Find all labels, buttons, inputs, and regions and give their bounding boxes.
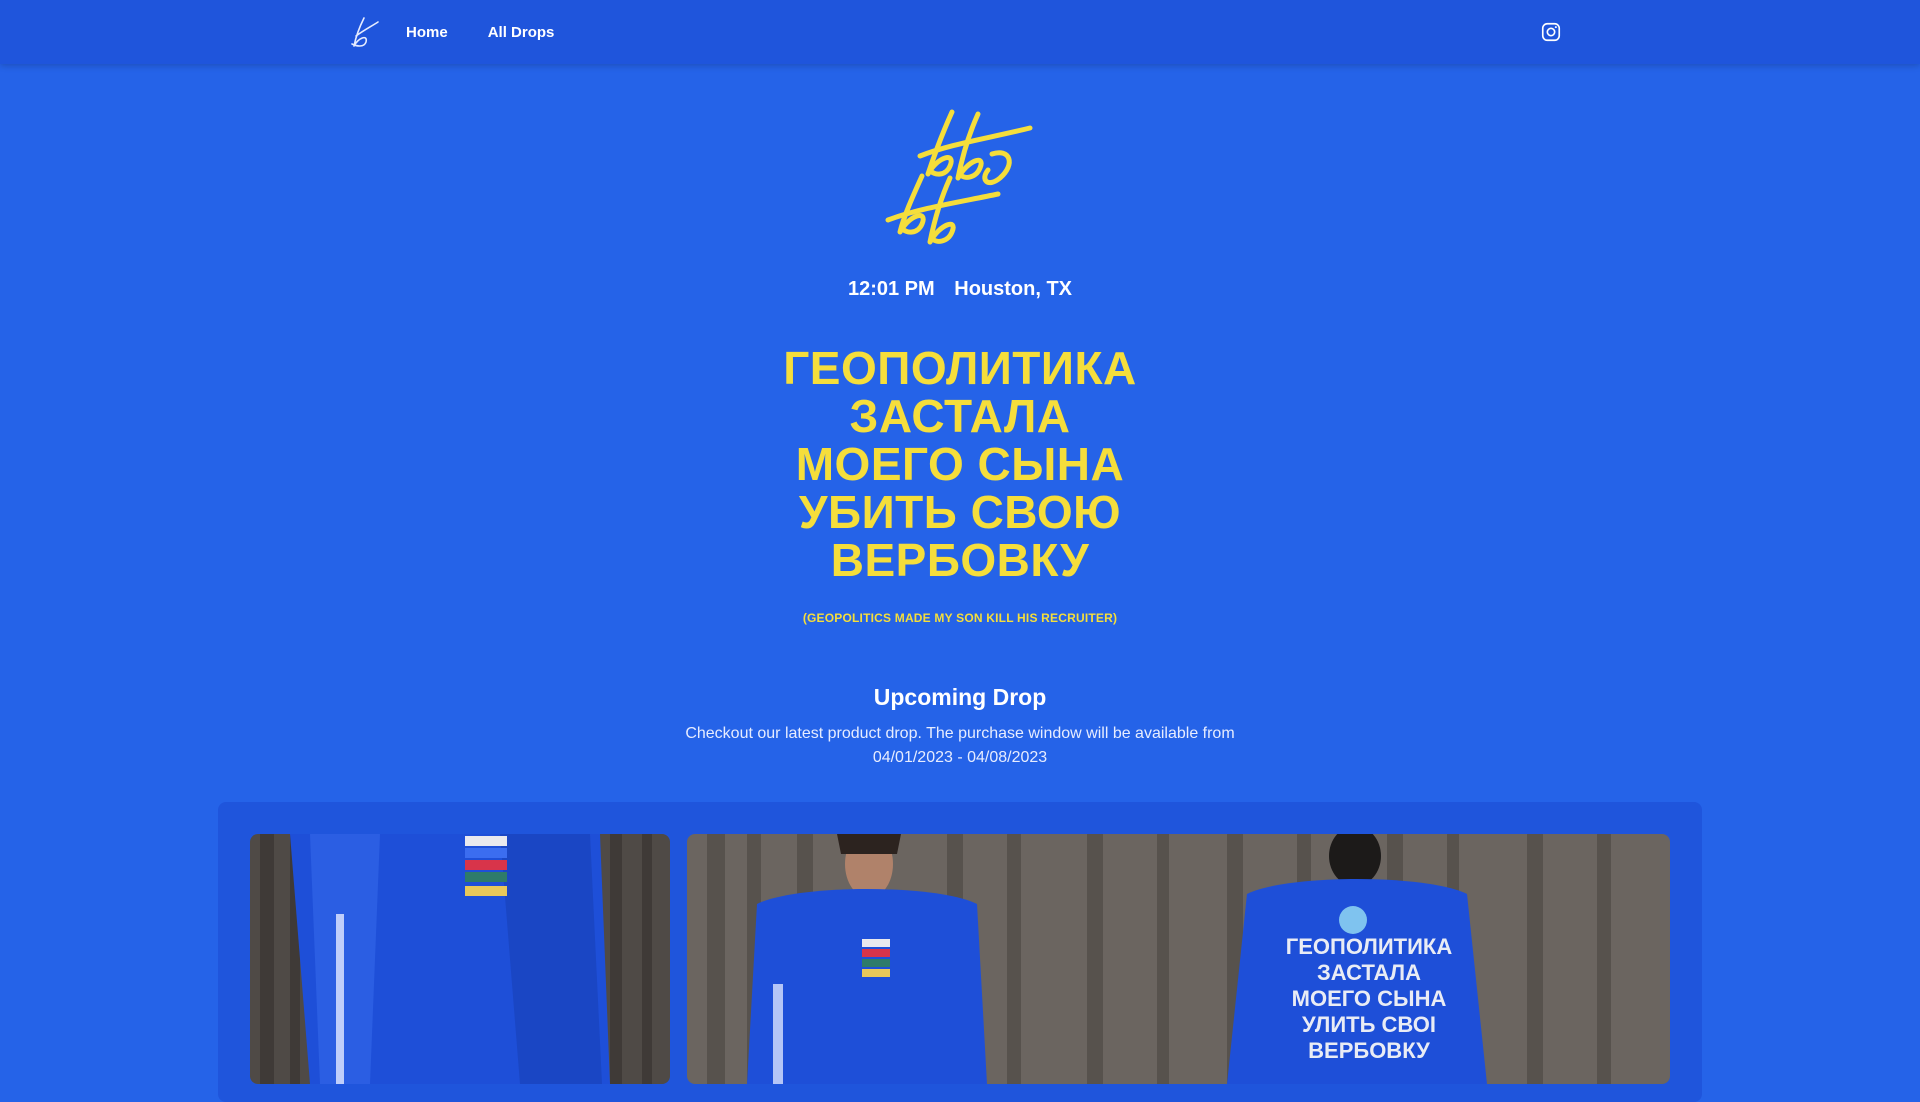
shirt-print-line: ЗАСТАЛА — [1317, 960, 1421, 985]
top-nav: Home All Drops — [0, 0, 1920, 64]
headline-line: МОЕГО СЫНА — [795, 438, 1125, 490]
flag-patch — [465, 836, 507, 896]
sleeve-photo-image — [250, 834, 670, 1084]
hero-headline: ГЕОПОЛИТИКА ЗАСТАЛА МОЕГО СЫНА УБИТЬ СВО… — [560, 344, 1360, 584]
headline-line: УБИТЬ СВОЮ — [798, 486, 1122, 538]
nav-link-all-drops[interactable]: All Drops — [488, 24, 555, 41]
shirt-print-line: МОЕГО СЫНА — [1292, 986, 1447, 1011]
time-location: 12:01 PM Houston, TX — [0, 278, 1920, 301]
front-back-photo-image: ГЕОПОЛИТИКА ЗАСТАЛА МОЕГО СЫНА УЛИТЬ СВО… — [687, 834, 1670, 1084]
upcoming-drop-title: Upcoming Drop — [873, 684, 1047, 710]
gallery-photo-sleeve[interactable] — [250, 834, 670, 1084]
nav-container: Home All Drops — [342, 0, 1562, 64]
headline-line: ГЕОПОЛИТИКА — [783, 342, 1137, 394]
shirt-print-line: УЛИТЬ СВОI — [1302, 1012, 1436, 1037]
headline-line: ЗАСТАЛА — [849, 390, 1071, 442]
shirt-print-line: ГЕОПОЛИТИКА — [1286, 934, 1453, 959]
drop-gallery: ГЕОПОЛИТИКА ЗАСТАЛА МОЕГО СЫНА УЛИТЬ СВО… — [218, 802, 1702, 1102]
nav-social — [1540, 21, 1562, 43]
headline-translation: (GEOPOLITICS MADE MY SON KILL HIS RECRUI… — [802, 611, 1118, 625]
nav-link-home[interactable]: Home — [406, 24, 448, 41]
signature-logo-icon[interactable] — [342, 12, 382, 52]
location: Houston, TX — [954, 278, 1073, 300]
gallery-photo-front-back[interactable]: ГЕОПОЛИТИКА ЗАСТАЛА МОЕГО СЫНА УЛИТЬ СВО… — [687, 834, 1670, 1084]
local-time: 12:01 PM — [847, 278, 935, 300]
upcoming-drop-description: Checkout our latest product drop. The pu… — [685, 725, 1235, 766]
shirt-print-line: ВЕРБОВКУ — [1308, 1038, 1430, 1063]
headline-line: ВЕРБОВКУ — [830, 534, 1090, 586]
instagram-icon[interactable] — [1540, 21, 1562, 43]
hero-signature-logo-icon — [885, 109, 1033, 245]
